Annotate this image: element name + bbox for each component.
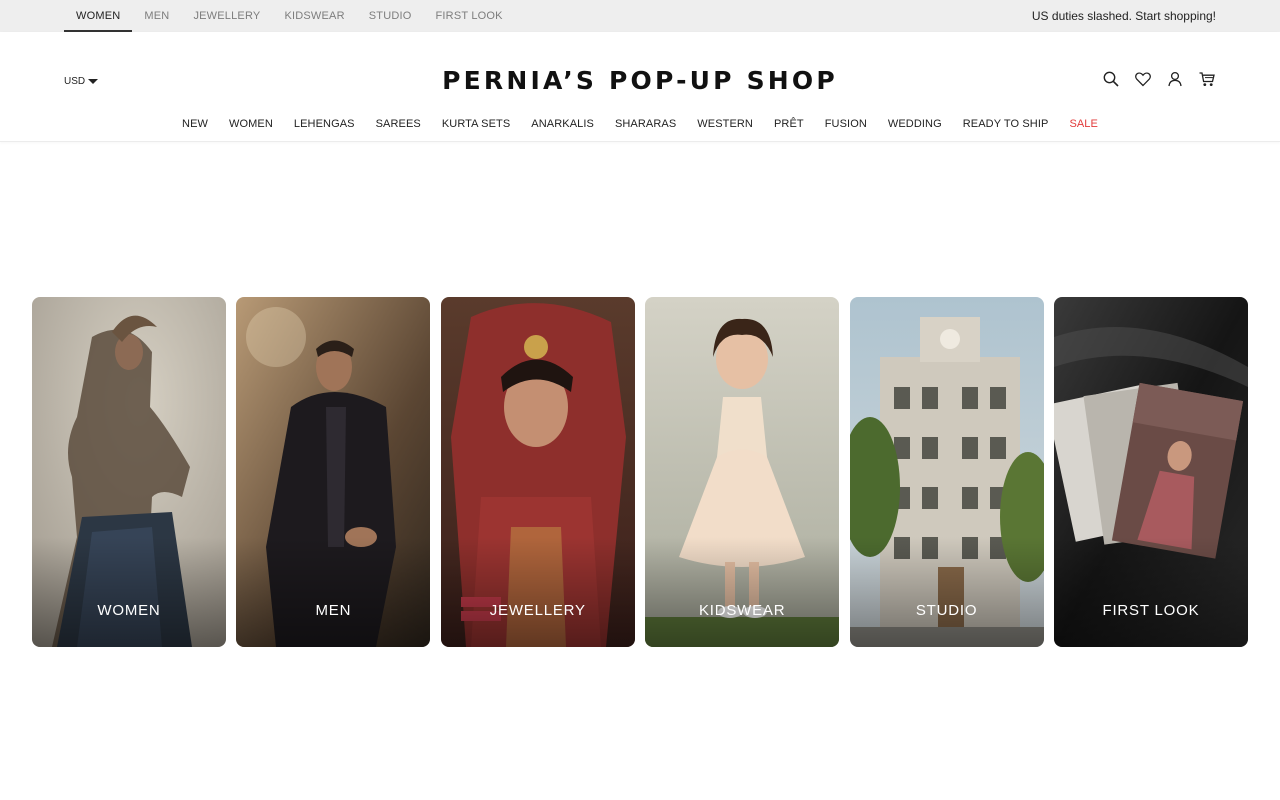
card-gradient [440,537,635,647]
nav-item-anarkalis[interactable]: ANARKALIS [521,118,605,130]
store-tab-studio[interactable]: STUDIO [357,0,424,32]
category-card-studio[interactable]: STUDIO [849,297,1044,647]
cart-icon[interactable] [1198,70,1216,88]
category-label: FIRST LOOK [1102,602,1200,619]
store-switcher: WOMEN MEN JEWELLERY KIDSWEAR STUDIO FIRS… [64,0,515,32]
category-card-men[interactable]: MEN [236,297,431,647]
nav-item-new[interactable]: NEW [172,118,219,130]
nav-item-women[interactable]: WOMEN [219,118,284,130]
nav-item-shararas[interactable]: SHARARAS [604,118,686,130]
category-card-jewellery[interactable]: JEWELLERY [440,297,635,647]
category-label: JEWELLERY [489,602,586,619]
nav-item-pret[interactable]: PRÊT [763,118,814,130]
search-icon[interactable] [1102,70,1120,88]
nav-item-sale[interactable]: SALE [1059,118,1109,130]
card-gradient [645,537,840,647]
nav-item-fusion[interactable]: FUSION [814,118,877,130]
card-gradient [1053,537,1248,647]
store-tab-men[interactable]: MEN [132,0,181,32]
top-strip: WOMEN MEN JEWELLERY KIDSWEAR STUDIO FIRS… [0,0,1280,32]
site-logo[interactable]: PERNIA’S POP-UP SHOP [0,66,1280,95]
nav-item-wedding[interactable]: WEDDING [877,118,952,130]
category-card-first-look[interactable]: FIRST LOOK [1053,297,1248,647]
nav-item-kurta-sets[interactable]: KURTA SETS [431,118,520,130]
wishlist-icon[interactable] [1134,70,1152,88]
nav-item-ready-to-ship[interactable]: READY TO SHIP [952,118,1059,130]
category-cards: WOMEN MEN JEWELLERY KIDSWEAR STUDIO FIRS… [32,297,1248,647]
category-label: STUDIO [915,602,978,619]
category-label: KIDSWEAR [698,602,786,619]
header-actions [1102,70,1216,88]
card-gradient [849,537,1044,647]
category-label: MEN [315,602,352,619]
site-header: USD PERNIA’S POP-UP SHOP NEW WOMEN LEHEN… [0,32,1280,142]
nav-item-lehengas[interactable]: LEHENGAS [283,118,365,130]
nav-item-western[interactable]: WESTERN [687,118,764,130]
nav-item-sarees[interactable]: SAREES [365,118,431,130]
main-navigation: NEW WOMEN LEHENGAS SAREES KURTA SETS ANA… [0,118,1280,130]
category-label: WOMEN [97,602,161,619]
store-tab-jewellery[interactable]: JEWELLERY [181,0,272,32]
store-tab-women[interactable]: WOMEN [64,0,133,32]
account-icon[interactable] [1166,70,1184,88]
store-tab-first-look[interactable]: FIRST LOOK [424,0,515,32]
card-gradient [32,537,226,647]
promo-banner-link[interactable]: US duties slashed. Start shopping! [1032,0,1216,32]
card-gradient [236,537,431,647]
store-tab-kidswear[interactable]: KIDSWEAR [272,0,356,32]
category-card-kidswear[interactable]: KIDSWEAR [645,297,840,647]
category-card-women[interactable]: WOMEN [32,297,226,647]
